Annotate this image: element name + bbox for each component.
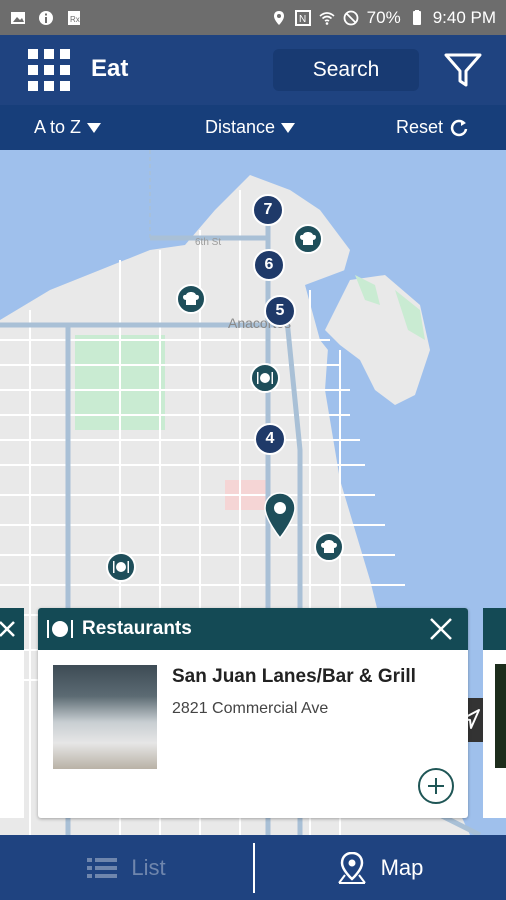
map-marker-5[interactable]: 5	[264, 295, 296, 327]
card-header: Restaurants	[38, 608, 468, 650]
dropdown-arrow-icon	[281, 122, 296, 133]
add-button[interactable]	[418, 768, 454, 804]
do-not-disturb-icon	[343, 10, 359, 25]
sort-bar: A to Z Distance Reset	[0, 105, 506, 150]
place-card[interactable]: Restaurants San Juan Lanes/Bar & Grill 2…	[38, 608, 468, 818]
dropdown-arrow-icon	[87, 122, 102, 133]
svg-text:Rx: Rx	[70, 15, 80, 24]
map-marker-7[interactable]: 7	[252, 194, 284, 226]
app-header: Eat Search	[0, 35, 506, 105]
battery-percent: 70%	[366, 7, 401, 27]
tab-list[interactable]: List	[0, 835, 253, 900]
street-label: 6th St	[195, 237, 221, 248]
tab-map[interactable]: Map	[254, 835, 506, 900]
page-title: Eat	[91, 55, 129, 82]
nfc-icon: N	[294, 9, 311, 26]
battery-icon	[412, 9, 421, 25]
reset-button[interactable]: Reset	[396, 117, 469, 138]
image-icon	[11, 11, 25, 24]
tab-list-label: List	[131, 854, 166, 880]
tab-map-label: Map	[380, 854, 424, 880]
selected-pin-icon[interactable]	[264, 492, 296, 540]
bottom-tab-bar: List Map	[0, 835, 506, 900]
map-marker-6[interactable]: 6	[253, 249, 285, 281]
chef-hat-marker-icon[interactable]	[176, 284, 206, 314]
location-icon	[273, 10, 284, 25]
chef-hat-marker-icon[interactable]	[314, 532, 344, 562]
sort-az-button[interactable]: A to Z	[34, 117, 102, 138]
fork-knife-marker-icon[interactable]	[250, 363, 280, 393]
sort-az-label: A to Z	[34, 117, 82, 137]
prescription-icon: Rx	[68, 10, 80, 25]
refresh-icon	[450, 119, 468, 136]
place-address: 2821 Commercial Ave	[172, 700, 329, 717]
sort-distance-label: Distance	[205, 117, 276, 137]
card-category: Restaurants	[82, 618, 192, 639]
fork-knife-marker-icon[interactable]	[106, 552, 136, 582]
previous-card[interactable]	[0, 608, 24, 818]
apps-grid-icon[interactable]	[28, 49, 70, 91]
status-bar: Rx N 70% 9:40 PM	[0, 0, 506, 35]
search-button[interactable]: Search	[273, 49, 419, 91]
reset-label: Reset	[396, 117, 444, 137]
map-pin-icon	[337, 851, 366, 884]
sort-distance-button[interactable]: Distance	[205, 117, 296, 138]
clock: 9:40 PM	[432, 7, 496, 27]
place-photo	[53, 665, 157, 769]
list-icon	[87, 857, 118, 878]
map-marker-4[interactable]: 4	[254, 423, 286, 455]
chef-hat-marker-icon[interactable]	[293, 224, 323, 254]
fork-knife-icon	[47, 620, 73, 638]
close-icon[interactable]	[0, 620, 16, 638]
svg-text:N: N	[299, 14, 306, 25]
next-card[interactable]	[483, 608, 506, 818]
filter-icon[interactable]	[443, 50, 483, 90]
wifi-icon	[319, 11, 335, 25]
info-icon	[39, 10, 53, 25]
place-name[interactable]: San Juan Lanes/Bar & Grill	[172, 666, 416, 688]
close-icon[interactable]	[428, 616, 454, 642]
